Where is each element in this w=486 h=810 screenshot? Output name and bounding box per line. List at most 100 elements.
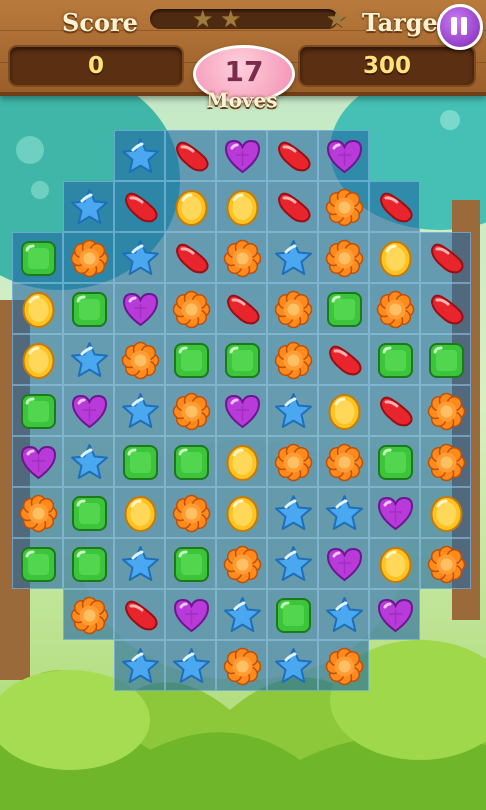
board-cell[interactable] <box>216 385 267 436</box>
board-cell[interactable] <box>12 487 63 538</box>
candy-flower[interactable] <box>426 391 467 432</box>
candy-flower[interactable] <box>171 493 212 534</box>
candy-bean[interactable] <box>171 136 212 177</box>
board-cell[interactable] <box>12 538 63 589</box>
candy-flower[interactable] <box>18 493 59 534</box>
candy-coin[interactable] <box>375 544 416 585</box>
candy-heart[interactable] <box>375 493 416 534</box>
candy-coin[interactable] <box>426 493 467 534</box>
board-cell[interactable] <box>369 232 420 283</box>
board-cell[interactable] <box>369 487 420 538</box>
board-cell[interactable] <box>267 232 318 283</box>
candy-square[interactable] <box>171 340 212 381</box>
board-cell[interactable] <box>165 385 216 436</box>
candy-coin[interactable] <box>18 340 59 381</box>
board-cell[interactable] <box>369 589 420 640</box>
board-cell[interactable] <box>216 130 267 181</box>
candy-star[interactable] <box>273 544 314 585</box>
candy-coin[interactable] <box>222 187 263 228</box>
candy-square[interactable] <box>18 238 59 279</box>
board-cell[interactable] <box>63 232 114 283</box>
candy-square[interactable] <box>69 544 110 585</box>
board-cell[interactable] <box>63 487 114 538</box>
board-cell[interactable] <box>318 232 369 283</box>
candy-flower[interactable] <box>171 289 212 330</box>
candy-star[interactable] <box>120 646 161 687</box>
candy-bean[interactable] <box>324 340 365 381</box>
board-cell[interactable] <box>165 436 216 487</box>
board-cell[interactable] <box>165 232 216 283</box>
board-cell[interactable] <box>12 385 63 436</box>
candy-flower[interactable] <box>324 187 365 228</box>
candy-heart[interactable] <box>222 391 263 432</box>
board-cell[interactable] <box>369 181 420 232</box>
board-cell[interactable] <box>267 385 318 436</box>
board-cell[interactable] <box>63 589 114 640</box>
board-cell[interactable] <box>114 640 165 691</box>
candy-flower[interactable] <box>222 544 263 585</box>
board-cell[interactable] <box>114 538 165 589</box>
board-cell[interactable] <box>267 334 318 385</box>
candy-flower[interactable] <box>324 238 365 279</box>
board-cell[interactable] <box>369 436 420 487</box>
board-cell[interactable] <box>420 538 471 589</box>
candy-square[interactable] <box>171 544 212 585</box>
board-cell[interactable] <box>369 334 420 385</box>
board-cell[interactable] <box>216 487 267 538</box>
candy-star[interactable] <box>273 646 314 687</box>
board-cell[interactable] <box>420 232 471 283</box>
candy-flower[interactable] <box>273 340 314 381</box>
candy-star[interactable] <box>69 187 110 228</box>
board-cell[interactable] <box>114 385 165 436</box>
board-cell[interactable] <box>63 538 114 589</box>
board-cell[interactable] <box>114 283 165 334</box>
candy-coin[interactable] <box>324 391 365 432</box>
board-cell[interactable] <box>63 334 114 385</box>
board-cell[interactable] <box>420 436 471 487</box>
board-cell[interactable] <box>165 334 216 385</box>
candy-bean[interactable] <box>375 187 416 228</box>
candy-heart[interactable] <box>18 442 59 483</box>
candy-flower[interactable] <box>426 442 467 483</box>
candy-flower[interactable] <box>273 442 314 483</box>
pause-button[interactable] <box>437 4 483 50</box>
board-cell[interactable] <box>318 130 369 181</box>
candy-star[interactable] <box>69 442 110 483</box>
board-cell[interactable] <box>63 181 114 232</box>
candy-flower[interactable] <box>375 289 416 330</box>
board-cell[interactable] <box>216 436 267 487</box>
candy-square[interactable] <box>375 442 416 483</box>
candy-star[interactable] <box>120 544 161 585</box>
candy-star[interactable] <box>324 493 365 534</box>
board-cell[interactable] <box>114 130 165 181</box>
candy-square[interactable] <box>426 340 467 381</box>
board-cell[interactable] <box>318 538 369 589</box>
board-cell[interactable] <box>267 283 318 334</box>
candy-bean[interactable] <box>222 289 263 330</box>
candy-coin[interactable] <box>375 238 416 279</box>
candy-bean[interactable] <box>426 289 467 330</box>
board-cell[interactable] <box>369 385 420 436</box>
candy-flower[interactable] <box>324 646 365 687</box>
candy-bean[interactable] <box>120 595 161 636</box>
candy-square[interactable] <box>120 442 161 483</box>
board-cell[interactable] <box>165 589 216 640</box>
board-cell[interactable] <box>114 436 165 487</box>
board-cell[interactable] <box>63 283 114 334</box>
candy-heart[interactable] <box>324 136 365 177</box>
board-cell[interactable] <box>12 283 63 334</box>
candy-bean[interactable] <box>273 187 314 228</box>
board-cell[interactable] <box>216 232 267 283</box>
candy-square[interactable] <box>375 340 416 381</box>
board-cell[interactable] <box>63 385 114 436</box>
candy-flower[interactable] <box>222 238 263 279</box>
board-cell[interactable] <box>114 487 165 538</box>
board-cell[interactable] <box>267 640 318 691</box>
candy-coin[interactable] <box>222 442 263 483</box>
candy-bean[interactable] <box>273 136 314 177</box>
board-cell[interactable] <box>267 487 318 538</box>
candy-flower[interactable] <box>120 340 161 381</box>
board-cell[interactable] <box>318 436 369 487</box>
candy-heart[interactable] <box>120 289 161 330</box>
board-cell[interactable] <box>216 589 267 640</box>
